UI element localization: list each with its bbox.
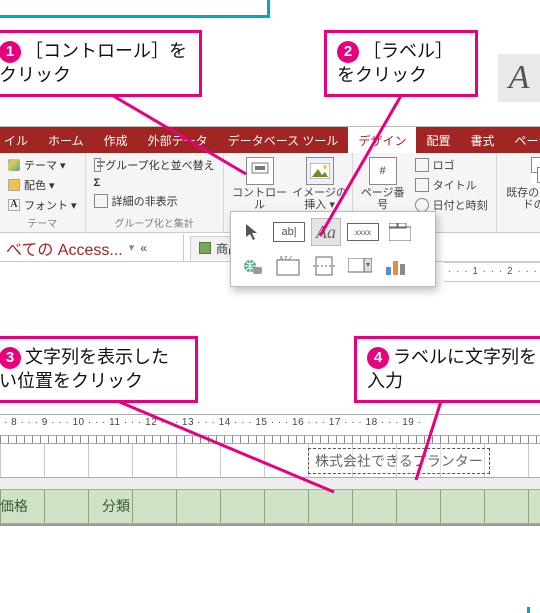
btn-controls-label: コントロール	[232, 187, 288, 211]
field-category-label: 分類	[102, 498, 130, 514]
callout-3: 3文字列を表示したい位置をクリック	[0, 336, 198, 403]
fonts-icon: A	[8, 199, 20, 211]
callout-1-text: ［コントロール］をクリック	[0, 41, 187, 85]
ribbon-tabstrip: イル ホーム 作成 外部データ データベース ツール デザイン 配置 書式 ペー…	[0, 127, 540, 153]
btn-add-existing-fields-label: 既存のフィールドの追加	[505, 187, 540, 211]
ctl-hyperlink[interactable]	[237, 252, 267, 280]
hash-icon: #	[369, 157, 397, 185]
tab-create[interactable]: 作成	[94, 127, 138, 153]
label-control-text: 株式会社できるプランター	[315, 453, 483, 469]
callout-2: 2［ラベル］をクリック	[324, 30, 478, 97]
callout-4: 4ラベルに文字列を入力	[354, 336, 540, 403]
big-a-glyph: A	[498, 54, 540, 102]
group-theme: テーマ ▾ 配色 ▾ A フォント ▾ テーマ	[0, 153, 86, 232]
design-row-1[interactable]: 株式会社できるプランター	[0, 444, 540, 478]
ribbon-body: テーマ ▾ 配色 ▾ A フォント ▾ テーマ	[0, 153, 540, 233]
ctl-label[interactable]: Aa	[311, 218, 341, 246]
btn-totals[interactable]: Σ	[94, 177, 215, 189]
callout-2-num: 2	[337, 41, 359, 63]
callout-4-num: 4	[367, 347, 389, 369]
tab-arrange[interactable]: 配置	[416, 127, 460, 153]
collapse-icon[interactable]: «	[140, 241, 147, 255]
btn-colors[interactable]: 配色 ▾	[8, 177, 77, 193]
tab-home[interactable]: ホーム	[38, 127, 94, 153]
btn-datetime-label: 日付と時刻	[433, 197, 488, 213]
ctl-combobox[interactable]	[345, 252, 375, 280]
tab-format[interactable]: 書式	[460, 127, 504, 153]
field-price[interactable]: 価格	[0, 496, 56, 516]
group-sort-icon	[94, 158, 102, 172]
btn-title-label: タイトル	[433, 177, 477, 193]
tab-dbtools[interactable]: データベース ツール	[218, 127, 349, 153]
ctl-tab[interactable]	[385, 218, 415, 246]
btn-title[interactable]: タイトル	[415, 177, 488, 193]
group-grouping-label: グループ化と集計	[94, 215, 215, 230]
h-ruler: · 8 · · · 9 · · · 10 · · · 11 · · · 12 ·…	[0, 414, 540, 436]
btn-insert-image-label: イメージの挿入 ▾	[292, 187, 348, 211]
hide-detail-icon	[94, 194, 108, 208]
field-category[interactable]: 分類	[102, 496, 152, 516]
svg-text:XYZ: XYZ	[279, 256, 293, 262]
controls-icon	[246, 157, 274, 185]
field-price-label: 価格	[0, 498, 28, 514]
ctl-chart[interactable]	[381, 252, 411, 280]
ctl-option-group[interactable]: XYZ	[273, 252, 303, 280]
btn-logo-label: ロゴ	[433, 157, 455, 173]
btn-themes[interactable]: テーマ ▾	[8, 157, 77, 173]
btn-group-sort-label: グループ化と並べ替え	[105, 157, 214, 173]
callout-3-text: 文字列を表示したい位置をクリック	[0, 347, 169, 391]
group-add-fields: 既存のフィールドの追加	[497, 153, 540, 232]
title-icon	[415, 178, 429, 192]
datetime-icon	[415, 198, 429, 212]
controls-gallery: ab| Aa xxxx XYZ	[230, 211, 436, 287]
btn-page-number-label: ページ番号	[361, 187, 405, 211]
design-row-2[interactable]: 価格 分類	[0, 490, 540, 524]
colors-icon	[8, 179, 20, 191]
tab-page[interactable]: ページ設定	[504, 127, 540, 153]
group-theme-label: テーマ	[8, 215, 77, 230]
tab-design[interactable]: デザイン	[348, 127, 416, 153]
ctl-button[interactable]: xxxx	[347, 223, 379, 241]
ruler-fragment-top: · · · 1 · · · 2 · · ·	[444, 262, 540, 282]
callout-4-text: ラベルに文字列を入力	[367, 347, 537, 391]
tab-file[interactable]: イル	[0, 127, 38, 153]
btn-page-number[interactable]: # ページ番号	[361, 157, 405, 211]
btn-themes-label: テーマ ▾	[24, 157, 66, 173]
btn-add-existing-fields[interactable]: 既存のフィールドの追加	[505, 157, 540, 211]
btn-logo[interactable]: ロゴ	[415, 157, 488, 173]
btn-fonts-label: フォント ▾	[24, 197, 77, 213]
tab-extdata[interactable]: 外部データ	[138, 127, 218, 153]
callout-1-num: 1	[0, 41, 21, 63]
nav-title-text: べての Access...	[6, 236, 123, 260]
btn-fonts[interactable]: A フォント ▾	[8, 197, 77, 213]
btn-colors-label: 配色 ▾	[24, 177, 55, 193]
ctl-select[interactable]	[237, 218, 267, 246]
teal-frame-top	[0, 0, 270, 18]
group-grouping: グループ化と並べ替え Σ 詳細の非表示 グループ化と集計	[86, 153, 224, 232]
fields-icon	[531, 157, 540, 185]
logo-icon	[415, 158, 429, 172]
label-control[interactable]: 株式会社できるプランター	[308, 448, 490, 474]
ctl-textbox[interactable]: ab|	[273, 222, 305, 242]
nav-pane-title[interactable]: べての Access... ▾ «	[0, 234, 184, 262]
image-icon	[306, 157, 334, 185]
btn-group-sort[interactable]: グループ化と並べ替え	[94, 157, 215, 173]
design-footer	[0, 524, 540, 530]
themes-icon	[8, 159, 20, 171]
callout-3-num: 3	[0, 347, 21, 369]
chevron-down-icon: ▾	[129, 241, 135, 254]
btn-hide-detail[interactable]: 詳細の非表示	[94, 193, 215, 209]
ruler-ticks	[0, 436, 540, 444]
callout-1: 1［コントロール］をクリック	[0, 30, 202, 97]
design-surface: · 8 · · · 9 · · · 10 · · · 11 · · · 12 ·…	[0, 414, 540, 607]
btn-hide-detail-label: 詳細の非表示	[112, 193, 178, 209]
ribbon: イル ホーム 作成 外部データ データベース ツール デザイン 配置 書式 ペー…	[0, 126, 540, 233]
btn-insert-image[interactable]: イメージの挿入 ▾	[292, 157, 348, 211]
report-icon	[199, 242, 211, 254]
section-bar[interactable]	[0, 478, 540, 490]
ctl-pagebreak[interactable]	[309, 252, 339, 280]
sigma-icon: Σ	[94, 177, 101, 189]
